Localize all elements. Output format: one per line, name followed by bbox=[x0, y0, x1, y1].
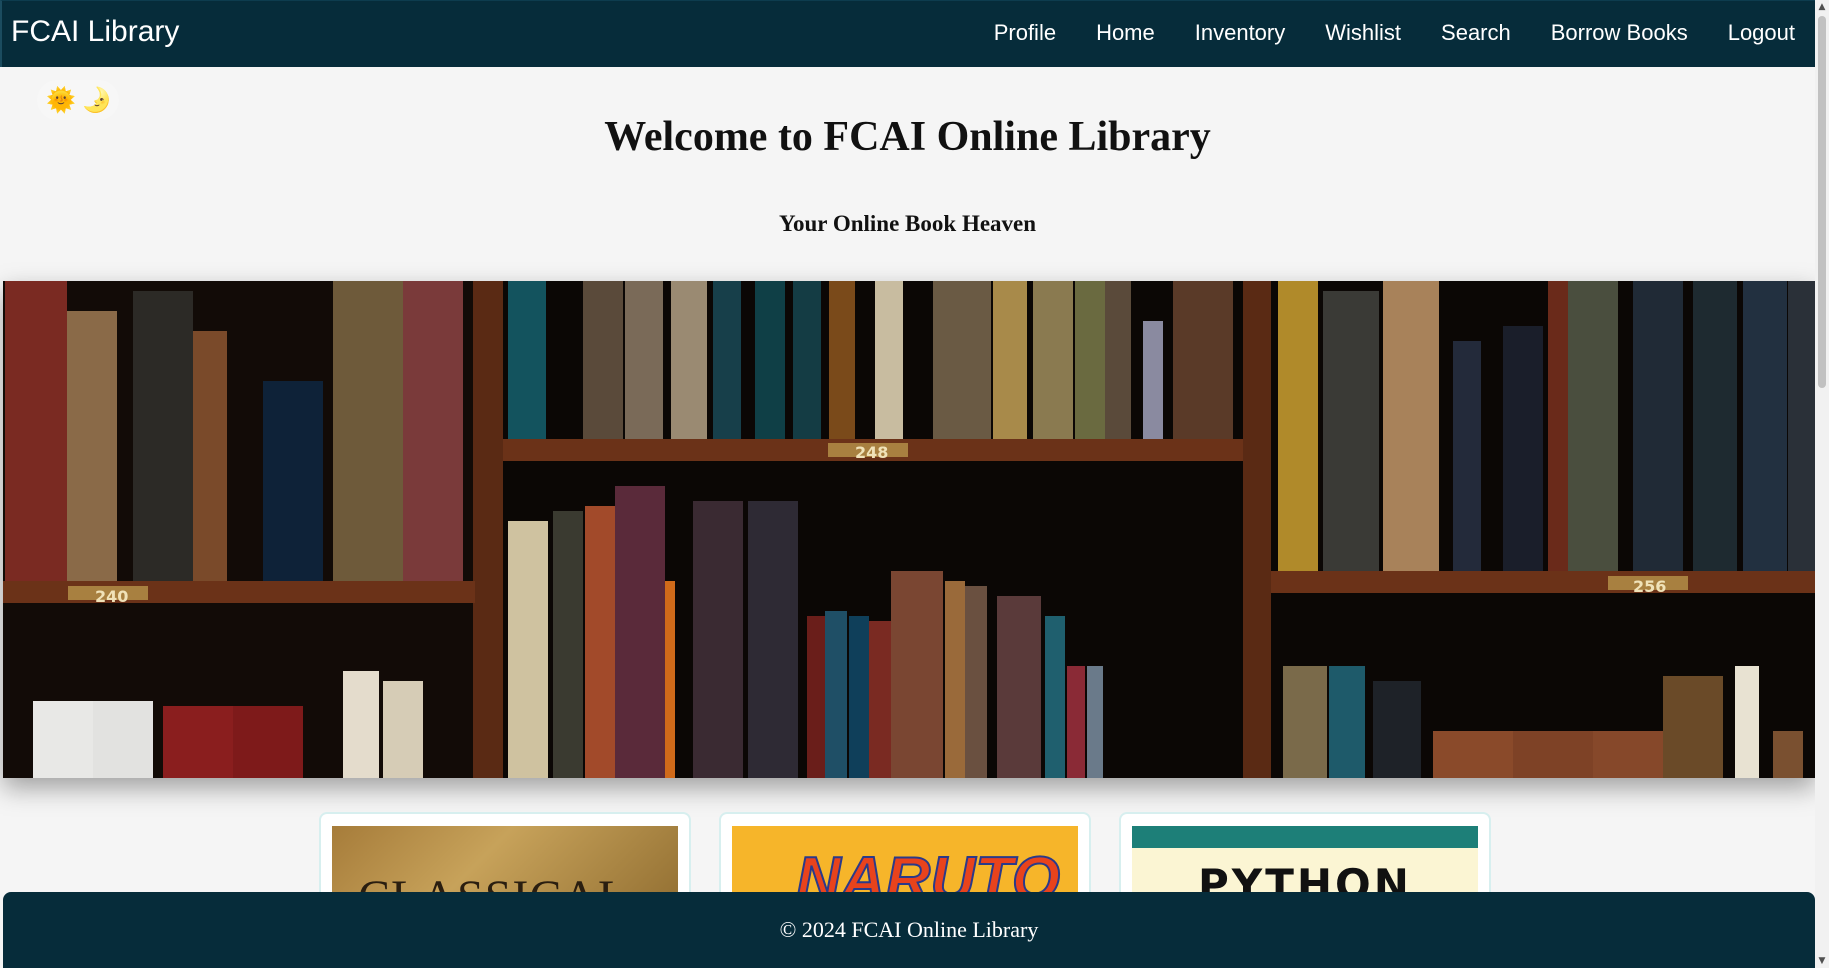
scrollbar-thumb[interactable] bbox=[1818, 16, 1826, 388]
page-viewport: FCAI Library Profile Home Inventory Wish… bbox=[0, 0, 1815, 968]
scroll-down-arrow-icon[interactable]: ▼ bbox=[1815, 954, 1829, 968]
sun-icon[interactable]: 🌞 bbox=[46, 87, 76, 113]
footer: © 2024 FCAI Online Library bbox=[3, 892, 1815, 968]
nav-link-inventory[interactable]: Inventory bbox=[1195, 18, 1286, 48]
page-title: Welcome to FCAI Online Library bbox=[604, 114, 1211, 160]
nav-link-home[interactable]: Home bbox=[1096, 18, 1155, 48]
nav-link-wishlist[interactable]: Wishlist bbox=[1325, 18, 1401, 48]
bookshelf-banner-image: 240 248 256 bbox=[3, 281, 1815, 778]
nav-link-profile[interactable]: Profile bbox=[994, 18, 1056, 48]
nav-link-search[interactable]: Search bbox=[1441, 18, 1511, 48]
moon-icon[interactable]: 🌛 bbox=[82, 87, 112, 113]
nav-link-logout[interactable]: Logout bbox=[1728, 18, 1795, 48]
cover-band bbox=[1132, 826, 1478, 848]
vertical-scrollbar[interactable]: ▲ ▼ bbox=[1815, 0, 1829, 968]
navbar: FCAI Library Profile Home Inventory Wish… bbox=[0, 0, 1815, 67]
scroll-up-arrow-icon[interactable]: ▲ bbox=[1815, 0, 1829, 14]
nav-links: Profile Home Inventory Wishlist Search B… bbox=[954, 18, 1795, 48]
browser-frame: FCAI Library Profile Home Inventory Wish… bbox=[0, 0, 1829, 968]
brand-logo[interactable]: FCAI Library bbox=[11, 14, 179, 50]
shelf-label-240: 240 bbox=[95, 587, 129, 606]
footer-copyright: © 2024 FCAI Online Library bbox=[779, 917, 1039, 942]
shelf-label-256: 256 bbox=[1633, 577, 1667, 596]
page-subtitle: Your Online Book Heaven bbox=[778, 211, 1037, 236]
shelf-label-248: 248 bbox=[855, 443, 889, 462]
nav-link-borrow-books[interactable]: Borrow Books bbox=[1551, 18, 1688, 48]
